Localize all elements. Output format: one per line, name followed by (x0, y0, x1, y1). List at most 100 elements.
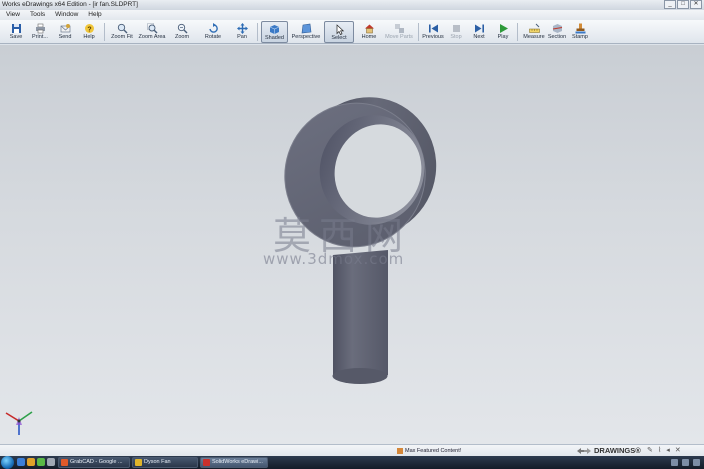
edrawings-icon (203, 459, 210, 466)
move-parts-button[interactable]: Move Parts (384, 21, 414, 43)
window-titlebar: Works eDrawings x64 Edition - [ir fan.SL… (0, 0, 704, 10)
pan-icon (236, 22, 248, 34)
save-label: Save (9, 34, 23, 40)
close-icon[interactable]: ✕ (675, 446, 681, 456)
section-button[interactable]: Section (547, 21, 567, 43)
move-parts-label: Move Parts (385, 34, 413, 40)
tray-notification-icon[interactable] (693, 459, 700, 466)
logo-arrows-icon (577, 448, 591, 454)
print-icon (34, 22, 46, 34)
arrow-left-icon[interactable]: ◂ (666, 446, 670, 456)
stamp-icon (574, 22, 586, 34)
play-button[interactable]: Play (493, 21, 513, 43)
quicklaunch-ie-icon[interactable] (17, 458, 25, 466)
folder-icon (135, 459, 142, 466)
pan-button[interactable]: Pan (231, 21, 253, 43)
zoom-area-label: Zoom Area (138, 34, 166, 40)
previous-button[interactable]: Previous (422, 21, 444, 43)
zoom-button[interactable]: Zoom (171, 21, 193, 43)
toolbar-separator (418, 23, 419, 41)
shaded-label: Shaded (265, 35, 284, 41)
tray-network-icon[interactable] (671, 459, 678, 466)
perspective-label: Perspective (291, 34, 321, 40)
zoom-icon (176, 22, 188, 34)
rotate-button[interactable]: Rotate (202, 21, 224, 43)
stamp-button[interactable]: Stamp (570, 21, 590, 43)
send-button[interactable]: Send (54, 21, 76, 43)
os-taskbar: GrabCAD - Google ... Dyson Fan SolidWork… (0, 456, 704, 469)
taskbar-item[interactable]: GrabCAD - Google ... (58, 457, 130, 468)
maximize-button[interactable]: □ (677, 0, 689, 9)
help-button[interactable]: ? Help (78, 21, 100, 43)
zoom-area-button[interactable]: Zoom Area (138, 21, 166, 43)
rotate-label: Rotate (204, 34, 222, 40)
zoom-label: Zoom (174, 34, 190, 40)
quicklaunch-desktop-icon[interactable] (47, 458, 55, 466)
save-button[interactable]: Save (5, 21, 27, 43)
taskbar-item-label: Dyson Fan (144, 459, 171, 465)
stop-label: Stop (450, 34, 462, 40)
taskbar-item-label: GrabCAD - Google ... (70, 459, 123, 465)
quicklaunch-media-icon[interactable] (37, 458, 45, 466)
measure-button[interactable]: Measure (522, 21, 546, 43)
toolbar-separator (257, 23, 258, 41)
featured-content-icon (397, 448, 403, 454)
zoom-fit-button[interactable]: Zoom Fit (111, 21, 133, 43)
play-icon (497, 22, 509, 34)
featured-content-label: Max Featured Content! (405, 448, 462, 454)
taskbar-item[interactable]: Dyson Fan (132, 457, 198, 468)
menu-view[interactable]: View (6, 10, 20, 20)
play-label: Play (497, 34, 509, 40)
save-icon (10, 22, 22, 34)
next-icon (473, 22, 485, 34)
zoom-fit-icon (116, 22, 128, 34)
window-title: Works eDrawings x64 Edition - [ir fan.SL… (2, 1, 138, 8)
rotate-icon (207, 22, 219, 34)
send-icon (59, 22, 71, 34)
menu-tools[interactable]: Tools (30, 10, 45, 20)
stamp-label: Stamp (572, 34, 588, 40)
tray-volume-icon[interactable] (682, 459, 689, 466)
status-bar: Max Featured Content! DRAWINGS® ✎ ⌇ ◂ ✕ (0, 444, 704, 456)
measure-icon (528, 22, 540, 34)
featured-content-link[interactable]: Max Featured Content! (397, 446, 461, 456)
zoom-area-icon (146, 22, 158, 34)
help-label: Help (83, 34, 95, 40)
print-button[interactable]: Print... (29, 21, 51, 43)
perspective-button[interactable]: Perspective (291, 21, 321, 43)
home-label: Home (361, 34, 377, 40)
taskbar-item[interactable]: SolidWorks eDrawi... (200, 457, 268, 468)
move-parts-icon (393, 22, 405, 34)
menu-window[interactable]: Window (55, 10, 78, 20)
menu-help[interactable]: Help (88, 10, 101, 20)
quicklaunch-folder-icon[interactable] (27, 458, 35, 466)
home-button[interactable]: Home (358, 21, 380, 43)
status-tools: ✎ ⌇ ◂ ✕ (647, 446, 681, 456)
start-button[interactable] (1, 456, 14, 469)
clip-icon[interactable]: ⌇ (658, 446, 661, 456)
main-toolbar: Save Print... Send ? Help Zoom Fit Zoom … (0, 20, 704, 44)
previous-icon (427, 22, 439, 34)
select-button[interactable]: Select (324, 21, 354, 43)
shaded-icon (269, 23, 281, 35)
model-viewport[interactable]: 莫西网 www.3dmox.com (0, 45, 704, 444)
menu-bar: View Tools Window Help (0, 10, 704, 20)
send-label: Send (58, 34, 72, 40)
measure-label: Measure (523, 34, 545, 40)
axis-triad-icon (5, 411, 33, 435)
zoom-fit-label: Zoom Fit (111, 34, 133, 40)
minimize-button[interactable]: _ (664, 0, 676, 9)
next-label: Next (473, 34, 485, 40)
print-label: Print... (32, 34, 48, 40)
stop-icon (450, 22, 462, 34)
next-button[interactable]: Next (469, 21, 489, 43)
stop-button[interactable]: Stop (447, 21, 465, 43)
pen-icon[interactable]: ✎ (647, 446, 653, 456)
help-icon: ? (83, 22, 95, 34)
shaded-button[interactable]: Shaded (261, 21, 288, 43)
system-tray (671, 456, 704, 469)
select-label: Select (331, 35, 347, 41)
section-label: Section (547, 34, 567, 40)
svg-text:?: ? (87, 26, 91, 33)
close-button[interactable]: ✕ (690, 0, 702, 9)
